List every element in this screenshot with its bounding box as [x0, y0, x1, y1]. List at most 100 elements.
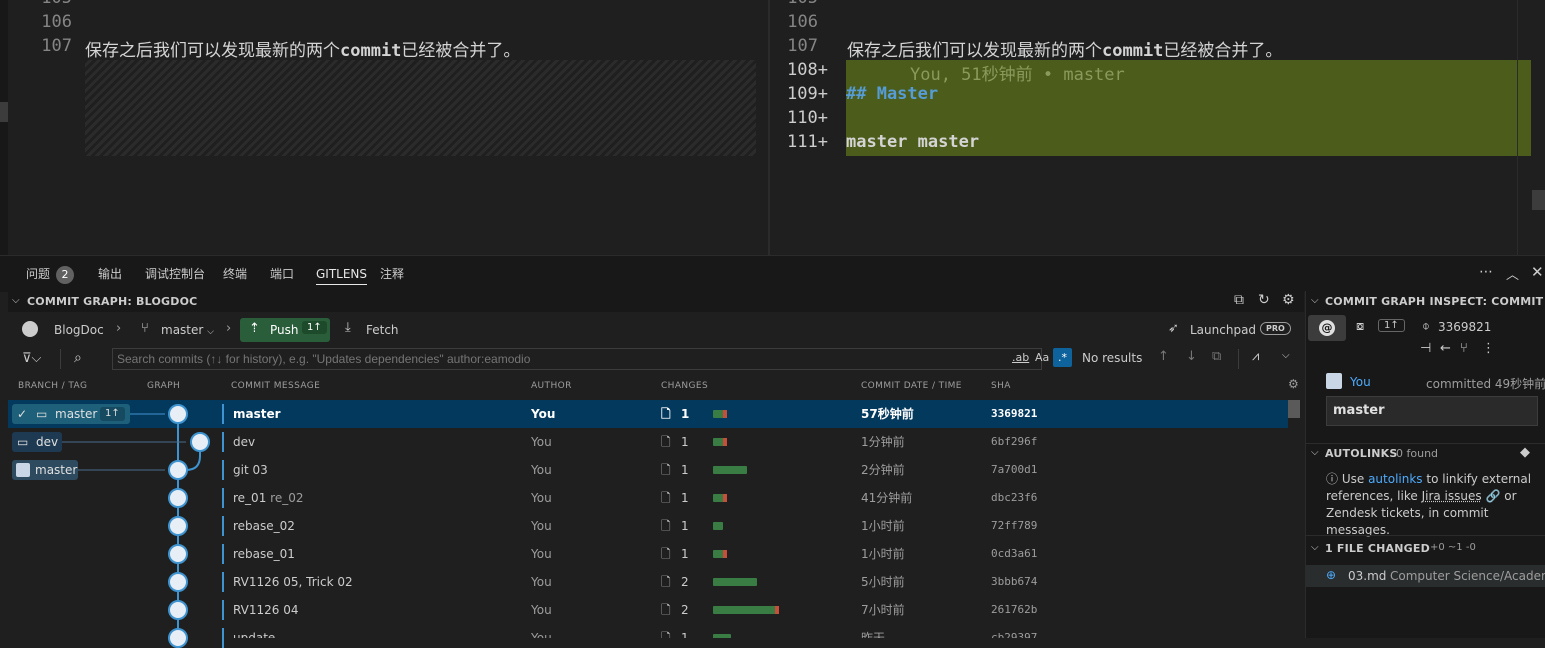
- tab-debug-console[interactable]: 调试控制台: [145, 256, 205, 292]
- arrow-up-icon[interactable]: ↑: [1158, 349, 1169, 364]
- branch-icon[interactable]: ⑂: [1460, 341, 1468, 356]
- commit-sha[interactable]: 3369821: [1438, 320, 1491, 334]
- tag-label: re_02: [270, 491, 304, 505]
- computer-icon: ▭: [36, 407, 48, 421]
- commit-tab-icon[interactable]: ⧇: [1356, 319, 1364, 334]
- line-number: 107: [41, 36, 72, 56]
- diff-editor[interactable]: 105 106 107 保存之后我们可以发现最新的两个commit已经被合并了。…: [0, 0, 1545, 255]
- commit-node-avatar[interactable]: [168, 488, 188, 508]
- deletions-bar: [723, 494, 727, 502]
- commit-node-avatar[interactable]: [168, 600, 188, 620]
- changes-bar: [713, 438, 727, 446]
- push-button[interactable]: ⇡ Push 1↑: [240, 318, 330, 342]
- ref-chip-master-remote[interactable]: master: [12, 460, 78, 480]
- filter-icon[interactable]: ⊽⌵: [22, 351, 41, 366]
- commit-node-avatar[interactable]: [168, 628, 188, 648]
- repo-name[interactable]: BlogDoc: [54, 323, 104, 337]
- code-line[interactable]: 保存之后我们可以发现最新的两个commit已经被合并了。: [85, 36, 520, 61]
- tab-problems[interactable]: 问题 2: [26, 256, 75, 292]
- chevron-down-icon[interactable]: ⌵: [1282, 350, 1290, 361]
- tab-ports[interactable]: 端口: [270, 256, 294, 292]
- close-icon[interactable]: ✕: [1531, 263, 1544, 281]
- column-header-sha[interactable]: SHA: [991, 381, 1011, 391]
- column-header-changes[interactable]: CHANGES: [661, 381, 708, 391]
- file-icon: 🗋: [661, 491, 671, 505]
- column-header-branch[interactable]: BRANCH / TAG: [18, 381, 87, 391]
- chevron-down-icon[interactable]: ⌵: [1311, 447, 1319, 458]
- commit-date: 2分钟前: [861, 463, 905, 477]
- chevron-up-icon[interactable]: ︿: [1506, 264, 1519, 283]
- column-header-graph[interactable]: GRAPH: [147, 381, 180, 391]
- files-changed-title[interactable]: 1 FILE CHANGED: [1325, 542, 1430, 555]
- refresh-icon[interactable]: ↻: [1258, 292, 1270, 308]
- gear-icon[interactable]: ⚙: [1282, 292, 1295, 308]
- ref-chip-master-head[interactable]: ✓ ▭ master 1↑: [12, 404, 130, 424]
- commit-date: 昨天: [861, 631, 886, 638]
- pin-icon[interactable]: ⊣: [1420, 341, 1431, 356]
- column-header-author[interactable]: AUTHOR: [531, 381, 572, 391]
- file-icon: 🗋: [661, 603, 671, 617]
- commit-node-avatar[interactable]: [168, 544, 188, 564]
- column-header-date[interactable]: COMMIT DATE / TIME: [861, 381, 962, 391]
- inspect-header[interactable]: ⌵ COMMIT GRAPH INSPECT: COMMIT D...: [1306, 291, 1545, 312]
- autolinks-link[interactable]: autolinks: [1368, 472, 1422, 486]
- commit-node-avatar[interactable]: [168, 460, 188, 480]
- match-case-toggle[interactable]: Aa: [1035, 351, 1049, 364]
- fetch-button[interactable]: Fetch: [366, 323, 399, 337]
- changed-file-row[interactable]: ⊕ 03.md Computer Science/Academi...: [1306, 565, 1545, 587]
- regex-toggle[interactable]: .*: [1053, 348, 1072, 367]
- activity-strip: [0, 0, 8, 255]
- line-number: 107: [787, 36, 818, 56]
- code-line-heading[interactable]: ## Master: [846, 84, 938, 104]
- minimap-slider[interactable]: [1532, 190, 1545, 210]
- changes-bar: [713, 522, 723, 530]
- commit-message-box[interactable]: master: [1326, 396, 1538, 426]
- tab-comments[interactable]: 注释: [380, 256, 404, 292]
- jira-link[interactable]: Jira issues: [1422, 489, 1482, 503]
- chevron-down-icon[interactable]: ⌵: [1311, 542, 1319, 553]
- file-icon: 🗋: [661, 547, 671, 561]
- scrollbar[interactable]: [1517, 0, 1532, 255]
- row-marker: [222, 544, 224, 564]
- ref-chip-dev[interactable]: ▭ dev: [12, 432, 62, 452]
- code-line[interactable]: master master: [846, 132, 979, 152]
- scrollbar[interactable]: [1288, 400, 1300, 418]
- commit-sha: 7a700d1: [991, 463, 1038, 476]
- autolinks-info: ⓘ Use autolinks to linkify external refe…: [1326, 471, 1541, 539]
- arrow-left-icon[interactable]: ←: [1440, 341, 1451, 356]
- tab-terminal[interactable]: 终端: [223, 256, 247, 292]
- tab-gitlens[interactable]: GITLENS: [316, 256, 368, 285]
- row-marker: [222, 404, 224, 424]
- graph-chart-icon[interactable]: ⩘: [1252, 349, 1259, 364]
- more-icon[interactable]: ⋯: [1479, 264, 1493, 280]
- search-input[interactable]: [112, 348, 1042, 370]
- launchpad-button[interactable]: Launchpad: [1190, 323, 1256, 337]
- branch-name: master: [161, 323, 204, 337]
- commit-node-avatar[interactable]: [168, 516, 188, 536]
- commit-graph-header[interactable]: ⌵ COMMIT GRAPH: BLOGDOC ⧉ ↻ ⚙: [8, 291, 1304, 312]
- at-icon: @: [1319, 320, 1335, 336]
- commit-author: You: [531, 435, 552, 449]
- search-icon[interactable]: ⌕: [74, 350, 82, 366]
- commit-node-avatar[interactable]: [190, 432, 210, 452]
- push-label: Push: [270, 323, 299, 337]
- match-word-toggle[interactable]: .ab: [1012, 351, 1029, 364]
- diamond-icon[interactable]: ◆: [1520, 445, 1530, 460]
- code-line[interactable]: 保存之后我们可以发现最新的两个commit已经被合并了。: [847, 36, 1282, 61]
- author-link[interactable]: You: [1350, 375, 1371, 389]
- commit-node-avatar[interactable]: [168, 572, 188, 592]
- column-header-message[interactable]: COMMIT MESSAGE: [231, 381, 320, 391]
- column-settings-icon[interactable]: ⚙: [1288, 377, 1299, 391]
- open-results-icon[interactable]: ⧉: [1212, 349, 1221, 364]
- open-panel-icon[interactable]: ⧉: [1234, 292, 1244, 308]
- more-icon[interactable]: ⋮: [1482, 341, 1495, 356]
- commit-node-avatar[interactable]: [168, 404, 188, 424]
- row-marker: [222, 488, 224, 508]
- arrow-down-icon[interactable]: ↓: [1186, 349, 1197, 364]
- autolinks-title[interactable]: AUTOLINKS: [1325, 447, 1398, 460]
- tab-output[interactable]: 输出: [98, 256, 122, 292]
- avatar-tab[interactable]: @: [1308, 315, 1346, 341]
- commit-message: RV1126 05, Trick 02: [233, 575, 353, 589]
- branch-picker[interactable]: master ⌵: [161, 323, 214, 337]
- deletions-bar: [723, 438, 727, 446]
